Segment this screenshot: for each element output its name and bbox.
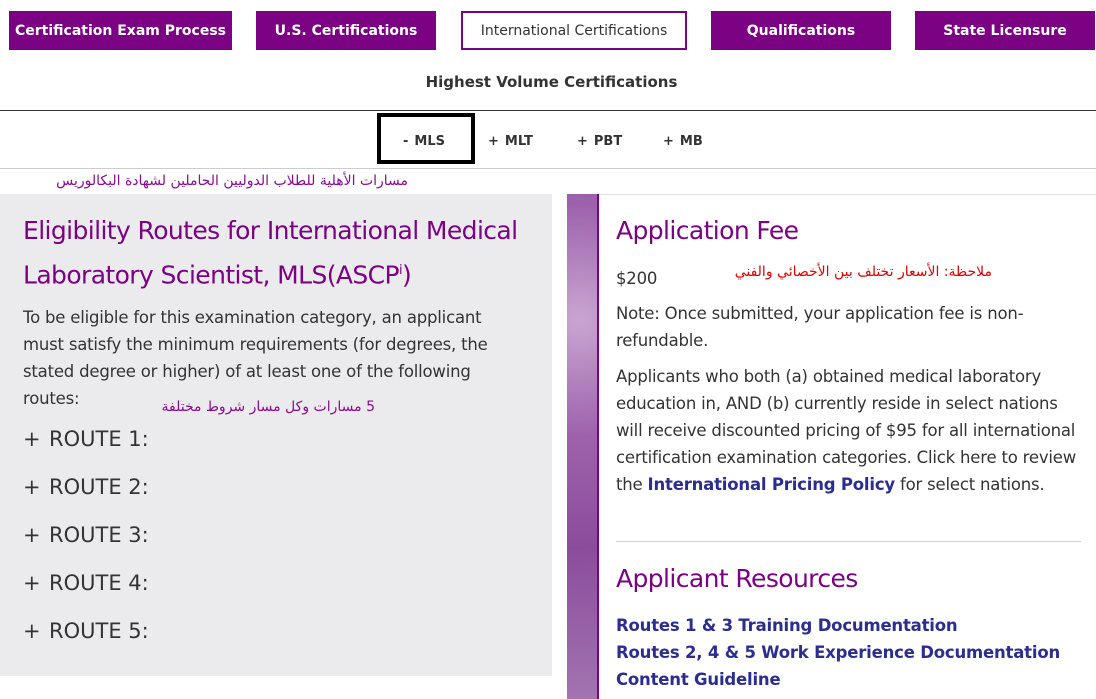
section-heading: Highest Volume Certifications <box>425 73 678 91</box>
certification-nav: Certification Exam Process U.S. Certific… <box>0 11 1096 50</box>
expand-icon: + <box>23 523 41 547</box>
tab-label: MLT <box>504 133 533 149</box>
discount-pricing-text: Applicants who both (a) obtained medical… <box>616 367 1077 494</box>
divider <box>616 541 1081 542</box>
annotation-eligibility-note: مسارات الأهلية للطلاب الدوليين الحاملين … <box>56 173 408 189</box>
nav-button-qualifications[interactable]: Qualifications <box>711 11 891 50</box>
training-documentation-link[interactable]: Routes 1 & 3 Training Documentation <box>616 616 958 635</box>
fee-amount: $200 <box>616 269 658 288</box>
route-label: ROUTE 2: <box>49 475 149 499</box>
expand-icon: + <box>23 427 41 451</box>
expand-icon: + <box>577 133 588 149</box>
application-fee-heading: Application Fee <box>616 216 799 245</box>
tab-mls[interactable]: - MLS <box>403 130 445 152</box>
collapse-icon: - <box>403 133 409 149</box>
eligibility-title: Eligibility Routes for International Med… <box>23 216 518 290</box>
divider <box>0 168 1096 169</box>
route-label: ROUTE 4: <box>49 571 149 595</box>
route-5-accordion[interactable]: + ROUTE 5: <box>23 617 149 645</box>
route-1-accordion[interactable]: + ROUTE 1: <box>23 425 149 453</box>
tab-pbt[interactable]: + PBT <box>577 130 622 152</box>
nav-button-certification-exam-process[interactable]: Certification Exam Process <box>9 11 232 50</box>
route-label: ROUTE 1: <box>49 427 149 451</box>
tab-label: PBT <box>593 133 623 149</box>
expand-icon: + <box>23 475 41 499</box>
route-3-accordion[interactable]: + ROUTE 3: <box>23 521 149 549</box>
route-2-accordion[interactable]: + ROUTE 2: <box>23 473 149 501</box>
route-4-accordion[interactable]: + ROUTE 4: <box>23 569 149 597</box>
route-label: ROUTE 3: <box>49 523 149 547</box>
expand-icon: + <box>663 133 674 149</box>
nav-button-state-licensure[interactable]: State Licensure <box>915 11 1095 50</box>
tab-mlt[interactable]: + MLT <box>488 130 533 152</box>
tab-mb[interactable]: + MB <box>663 130 703 152</box>
decorative-image-strip <box>567 194 599 699</box>
tab-label: MLS <box>414 133 445 149</box>
applicant-resources-heading: Applicant Resources <box>616 564 858 593</box>
expand-icon: + <box>23 571 41 595</box>
expand-icon: + <box>488 133 499 149</box>
annotation-routes-note: 5 مسارات وكل مسار شروط مختلفة <box>161 399 375 415</box>
international-pricing-policy-link[interactable]: International Pricing Policy <box>648 475 896 494</box>
annotation-fee-note: ملاحظة: الأسعار تختلف بين الأخصائي والفن… <box>734 264 992 280</box>
tab-label: MB <box>679 133 703 149</box>
content-guideline-link[interactable]: Content Guideline <box>616 670 781 689</box>
divider <box>0 110 1096 111</box>
eligibility-intro: To be eligible for this examination cate… <box>23 308 488 408</box>
nav-button-international-certifications[interactable]: International Certifications <box>461 11 687 50</box>
nav-button-us-certifications[interactable]: U.S. Certifications <box>256 11 436 50</box>
route-label: ROUTE 5: <box>49 619 149 643</box>
expand-icon: + <box>23 619 41 643</box>
work-experience-documentation-link[interactable]: Routes 2, 4 & 5 Work Experience Document… <box>616 643 1060 662</box>
fee-refund-note: Note: Once submitted, your application f… <box>616 304 1024 350</box>
